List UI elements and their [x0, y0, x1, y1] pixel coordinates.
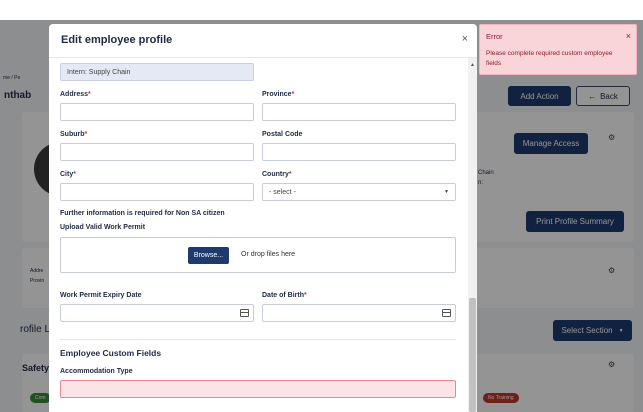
scroll-up-icon[interactable]: ▲ [470, 62, 475, 68]
country-label: Country* [262, 171, 292, 178]
non-sa-notice: Further information is required for Non … [60, 210, 225, 217]
scroll-thumb[interactable] [469, 298, 476, 412]
address-input[interactable] [60, 103, 254, 121]
permit-expiry-label: Work Permit Expiry Date [60, 292, 142, 299]
suburb-label: Suburb* [60, 131, 88, 138]
modal-header: Edit employee profile × [49, 24, 477, 58]
country-selected-value: - select - [269, 188, 296, 196]
position-field[interactable]: Intern: Supply Chain [60, 63, 254, 81]
address-label: Address* [60, 91, 91, 98]
postal-code-input[interactable] [262, 143, 456, 161]
modal-scrollbar[interactable]: ▲ [468, 58, 477, 412]
suburb-input[interactable] [60, 143, 254, 161]
browse-button[interactable]: Browse... [188, 247, 229, 264]
accommodation-input[interactable] [60, 380, 456, 398]
permit-expiry-input[interactable] [60, 304, 254, 322]
drop-files-text: Or drop files here [241, 251, 296, 258]
city-input[interactable] [60, 183, 254, 201]
dob-input[interactable] [262, 304, 456, 322]
province-input[interactable] [262, 103, 456, 121]
custom-fields-title: Employee Custom Fields [60, 348, 162, 358]
error-toast: Error × Please complete required custom … [479, 24, 637, 75]
divider [60, 339, 456, 340]
upload-label: Upload Valid Work Permit [60, 224, 146, 231]
postal-code-label: Postal Code [262, 131, 303, 138]
close-icon[interactable]: × [626, 31, 631, 41]
province-label: Province* [262, 91, 295, 98]
country-select[interactable]: - select - ▼ [262, 183, 456, 201]
close-icon[interactable]: × [462, 33, 468, 45]
calendar-icon[interactable] [442, 309, 451, 317]
dob-label: Date of Birth* [262, 292, 307, 299]
toast-message: Please complete required custom employee… [486, 50, 613, 67]
chevron-down-icon: ▼ [444, 189, 449, 195]
top-strip [0, 0, 643, 20]
calendar-icon[interactable] [240, 309, 249, 317]
modal-body: Intern: Supply Chain Address* Province* … [49, 58, 467, 412]
file-dropzone[interactable]: Browse... Or drop files here [60, 237, 456, 273]
toast-title: Error [486, 32, 503, 41]
modal-title: Edit employee profile [61, 34, 173, 46]
edit-employee-profile-modal: Edit employee profile × Intern: Supply C… [49, 24, 477, 412]
city-label: City* [60, 171, 76, 178]
accommodation-label: Accommodation Type [60, 368, 133, 375]
